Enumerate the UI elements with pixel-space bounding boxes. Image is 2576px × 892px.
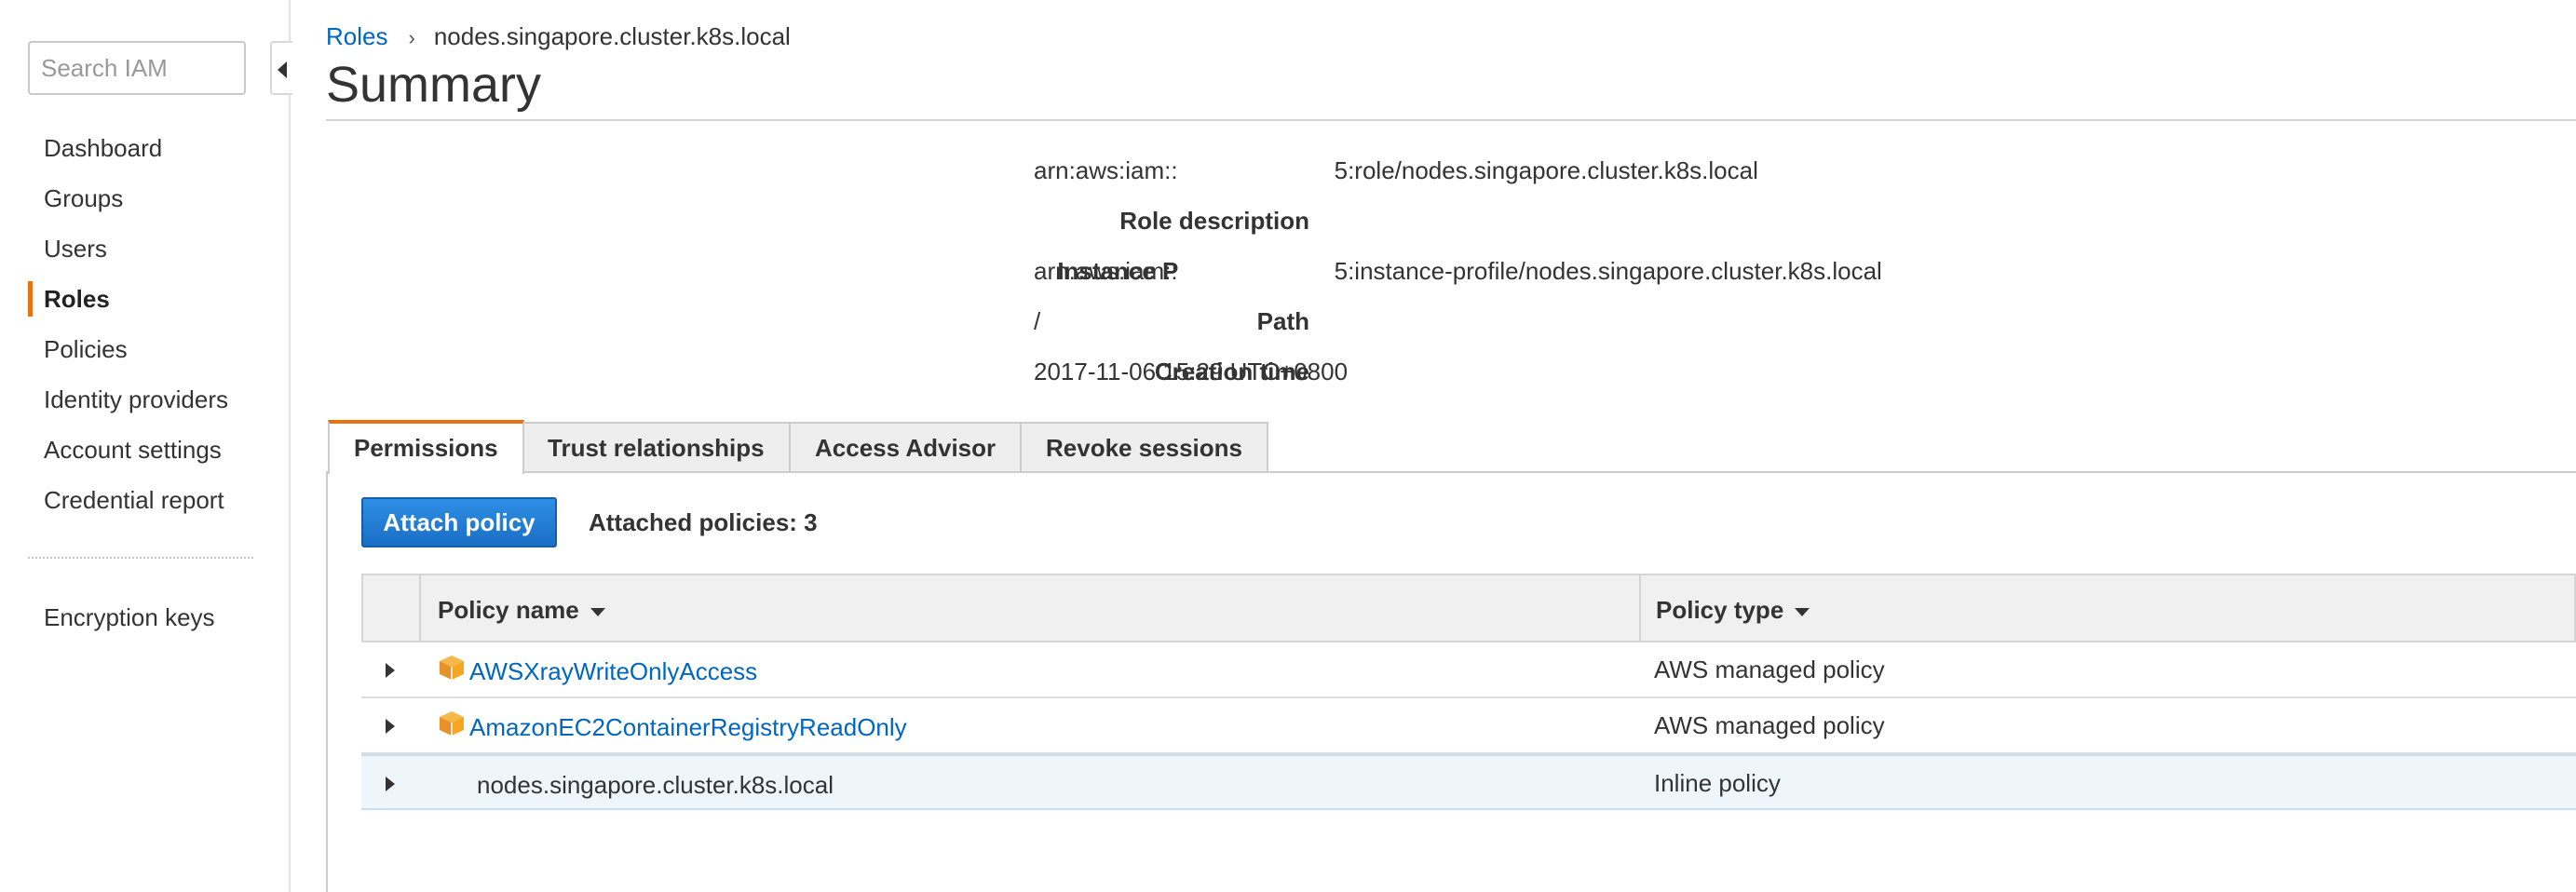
policy-type-value: AWS managed policy — [1654, 655, 1885, 683]
role-arn-value: arn:aws:iam:: 5:role/nodes.singapore.clus… — [1034, 156, 1758, 185]
sidebar-item-dashboard[interactable]: Dashboard — [0, 123, 289, 173]
package-icon — [440, 655, 464, 680]
tab-access-advisor[interactable]: Access Advisor — [789, 422, 1023, 472]
breadcrumb-roles-link[interactable]: Roles — [326, 22, 387, 50]
title-divider — [326, 119, 2576, 121]
breadcrumb-separator-icon: › — [408, 26, 415, 49]
sidebar-nav-secondary: Encryption keys — [0, 592, 289, 642]
sidebar-item-users[interactable]: Users — [0, 223, 289, 274]
sidebar-item-identity-providers[interactable]: Identity providers — [0, 374, 289, 425]
tab-revoke-sessions[interactable]: Revoke sessions — [1020, 422, 1269, 472]
path-label: Path — [1256, 307, 1309, 335]
summary-row-role-arn: Role ARN arn:aws:iam::5:role/nodes.singa… — [326, 144, 2561, 195]
summary-row-role-description: Role description — [326, 195, 2561, 245]
policy-type-value: Inline policy — [1654, 769, 1781, 797]
attach-policy-button[interactable]: Attach policy — [361, 497, 557, 547]
table-header: Policy name Policy type — [361, 574, 2576, 642]
tab-permissions[interactable]: Permissions — [328, 420, 524, 474]
expand-row-icon[interactable] — [386, 719, 395, 734]
sidebar-item-groups[interactable]: Groups — [0, 173, 289, 223]
sidebar-item-encryption-keys[interactable]: Encryption keys — [0, 592, 289, 642]
sidebar: Dashboard Groups Users Roles Policies Id… — [0, 0, 292, 892]
expander-column-header — [363, 575, 421, 641]
summary-row-instance-profile: Instance Profile ARNs arn:aws:iam::5:ins… — [326, 245, 2561, 295]
path-value: / — [1034, 307, 1041, 335]
collapse-sidebar-button[interactable] — [270, 41, 292, 95]
tab-trust-relationships[interactable]: Trust relationships — [522, 422, 791, 472]
policy-name-link[interactable]: AmazonEC2ContainerRegistryReadOnly — [469, 713, 907, 742]
sidebar-item-policies[interactable]: Policies — [0, 324, 289, 374]
summary-row-path: Path / — [326, 295, 2561, 345]
attached-policies-count: Attached policies: 3 — [589, 508, 818, 536]
package-icon — [440, 711, 464, 736]
tabs-divider — [326, 471, 2576, 473]
expand-row-icon[interactable] — [386, 663, 395, 678]
sidebar-item-roles[interactable]: Roles — [0, 274, 289, 324]
table-row: AWSXrayWriteOnlyAccess AWS managed polic… — [361, 642, 2576, 698]
policy-name-link[interactable]: AWSXrayWriteOnlyAccess — [469, 657, 757, 686]
table-row: nodes.singapore.cluster.k8s.local Inline… — [361, 754, 2576, 810]
column-divider — [1639, 575, 1641, 641]
sidebar-divider — [28, 557, 253, 559]
role-description-label: Role description — [1119, 207, 1309, 235]
creation-time-value: 2017-11-06 15:29 UTC+0800 — [1034, 358, 1349, 385]
table-row: AmazonEC2ContainerRegistryReadOnly AWS m… — [361, 698, 2576, 754]
chevron-left-icon — [278, 61, 287, 78]
breadcrumb-current: nodes.singapore.cluster.k8s.local — [433, 22, 791, 50]
policy-name-text: nodes.singapore.cluster.k8s.local — [477, 771, 834, 799]
main-content: Roles › nodes.singapore.cluster.k8s.local … — [326, 0, 2576, 892]
search-input[interactable] — [28, 41, 246, 95]
redacted-account-id — [1177, 261, 1335, 286]
breadcrumb: Roles › nodes.singapore.cluster.k8s.local — [326, 22, 791, 51]
sort-caret-icon — [590, 607, 605, 616]
page-title: Summary — [326, 57, 542, 113]
expand-row-icon[interactable] — [386, 777, 395, 791]
sort-caret-icon — [1795, 607, 1810, 616]
sidebar-nav: Dashboard Groups Users Roles Policies Id… — [0, 123, 289, 525]
policy-type-value: AWS managed policy — [1654, 711, 1885, 739]
column-header-policy-name[interactable]: Policy name — [438, 596, 605, 625]
column-header-policy-type[interactable]: Policy type — [1656, 596, 1810, 625]
sidebar-item-credential-report[interactable]: Credential report — [0, 475, 289, 525]
summary-row-creation-time: Creation time 2017-11-06 15:29 UTC+0800 — [326, 345, 2561, 396]
tab-panel-border — [326, 471, 328, 892]
sidebar-item-account-settings[interactable]: Account settings — [0, 425, 289, 475]
redacted-account-id — [1177, 160, 1335, 185]
instance-profile-arns-value: arn:aws:iam:: 5:instance-profile/nodes.si… — [1034, 257, 1882, 286]
